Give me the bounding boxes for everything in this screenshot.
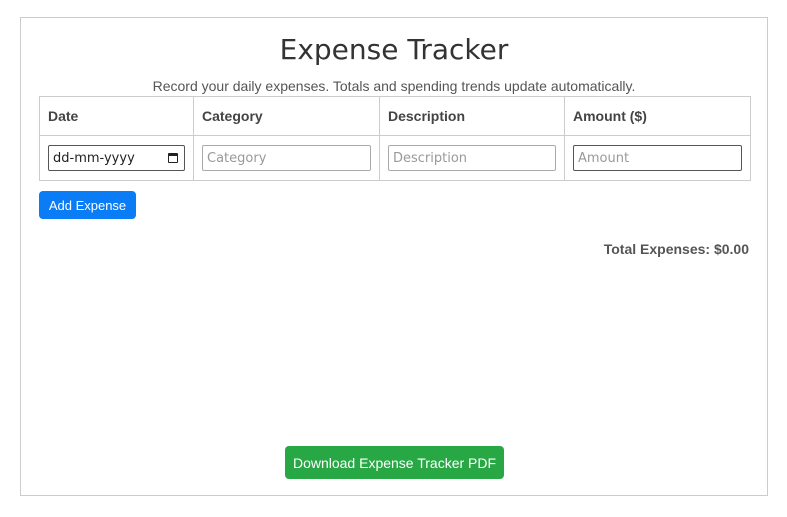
header-amount: Amount ($) — [564, 96, 751, 136]
calendar-icon[interactable] — [168, 153, 178, 163]
description-placeholder: Description — [393, 150, 468, 166]
description-input[interactable]: Description — [388, 145, 556, 171]
total-label: Total Expenses: — [603, 241, 711, 257]
page-subtitle: Record your daily expenses. Totals and s… — [152, 78, 636, 94]
expense-tracker-card: Expense Tracker Record your daily expens… — [20, 17, 768, 496]
category-cell: Category — [193, 135, 380, 181]
description-cell: Description — [379, 135, 565, 181]
amount-placeholder: Amount — [578, 150, 630, 166]
add-expense-button[interactable]: Add Expense — [39, 191, 136, 219]
expense-table: Date Category Description Amount ($) dd-… — [39, 96, 751, 181]
input-row: dd-mm-yyyy Category Description Amount — [39, 135, 751, 181]
table-header-row: Date Category Description Amount ($) — [39, 96, 751, 136]
category-placeholder: Category — [207, 150, 267, 166]
header-date: Date — [39, 96, 194, 136]
category-input[interactable]: Category — [202, 145, 371, 171]
total-expenses: Total Expenses: $0.00 — [604, 241, 749, 257]
date-input-value: dd-mm-yyyy — [53, 150, 135, 166]
header-category: Category — [193, 96, 380, 136]
page-title: Expense Tracker — [279, 33, 509, 66]
date-input[interactable]: dd-mm-yyyy — [48, 145, 185, 171]
header-description: Description — [379, 96, 565, 136]
date-cell: dd-mm-yyyy — [39, 135, 194, 181]
download-pdf-button[interactable]: Download Expense Tracker PDF — [285, 446, 504, 479]
total-value: $0.00 — [713, 241, 749, 257]
amount-input[interactable]: Amount — [573, 145, 742, 171]
amount-cell: Amount — [564, 135, 751, 181]
